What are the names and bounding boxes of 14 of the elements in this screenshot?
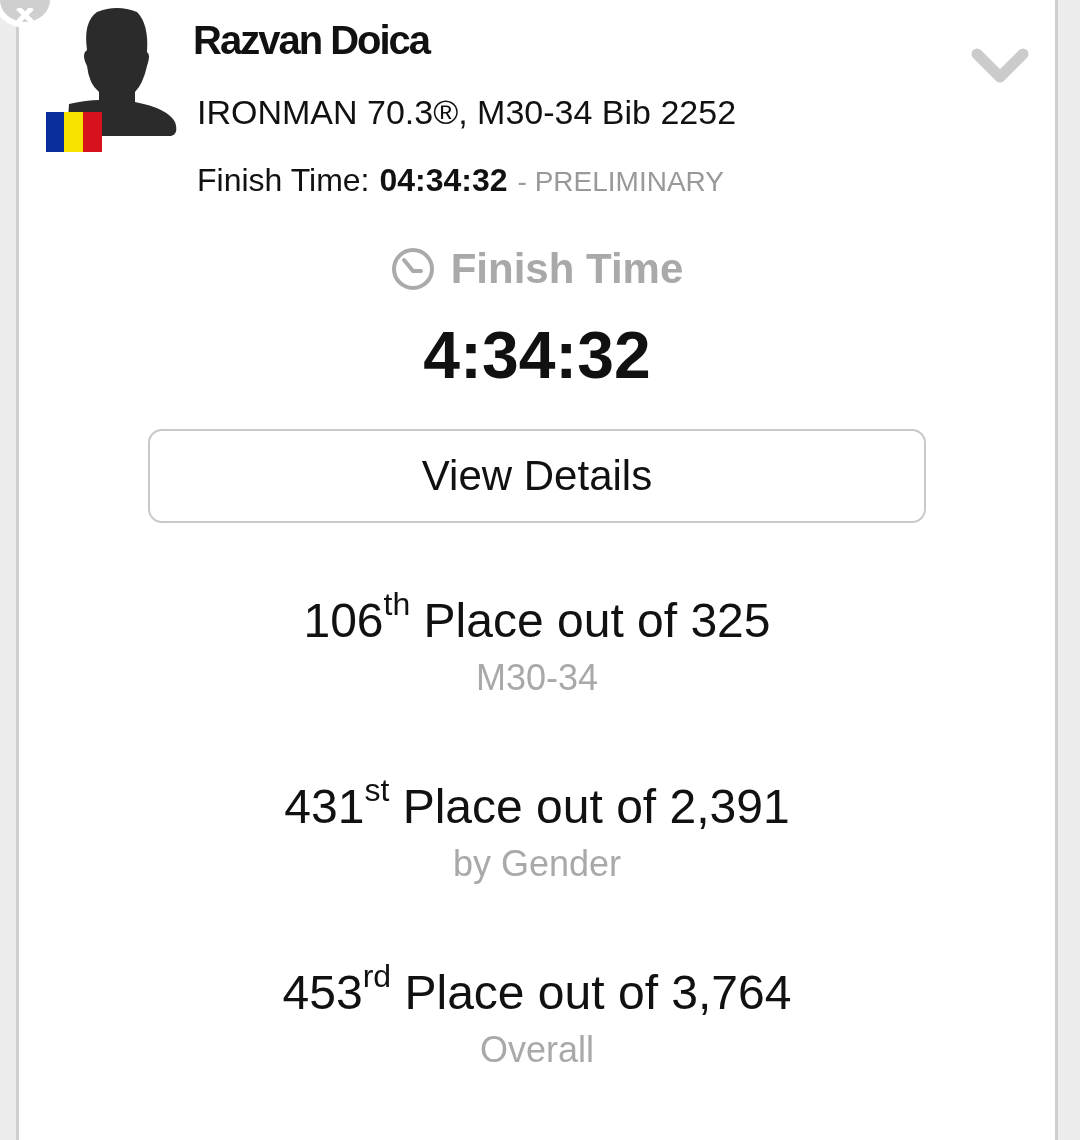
event-info: IRONMAN 70.3®, M30-34 Bib 2252: [197, 93, 737, 132]
finish-time-heading: Finish Time: [450, 245, 684, 293]
place-text: 431$^{st}$ Place out of 2,391: [284, 779, 790, 835]
status-text: - PRELIMINARY: [517, 166, 724, 198]
view-details-button[interactable]: View Details: [148, 429, 926, 523]
place-category: Overall: [480, 1029, 594, 1071]
place-category: by Gender: [452, 843, 622, 885]
place-text: 106$^{th}$ Place out of 325: [303, 593, 771, 649]
place-category: M30-34: [475, 657, 598, 699]
place-text: 453$^{rd}$ Place out of 3,764: [282, 965, 792, 1021]
athlete-name: Razvan Doica: [193, 18, 431, 63]
finish-label: Finish Time:: [197, 162, 370, 199]
finish-value: 04:34:32: [379, 162, 508, 199]
finish-time-value: 4:34:32: [423, 317, 651, 393]
